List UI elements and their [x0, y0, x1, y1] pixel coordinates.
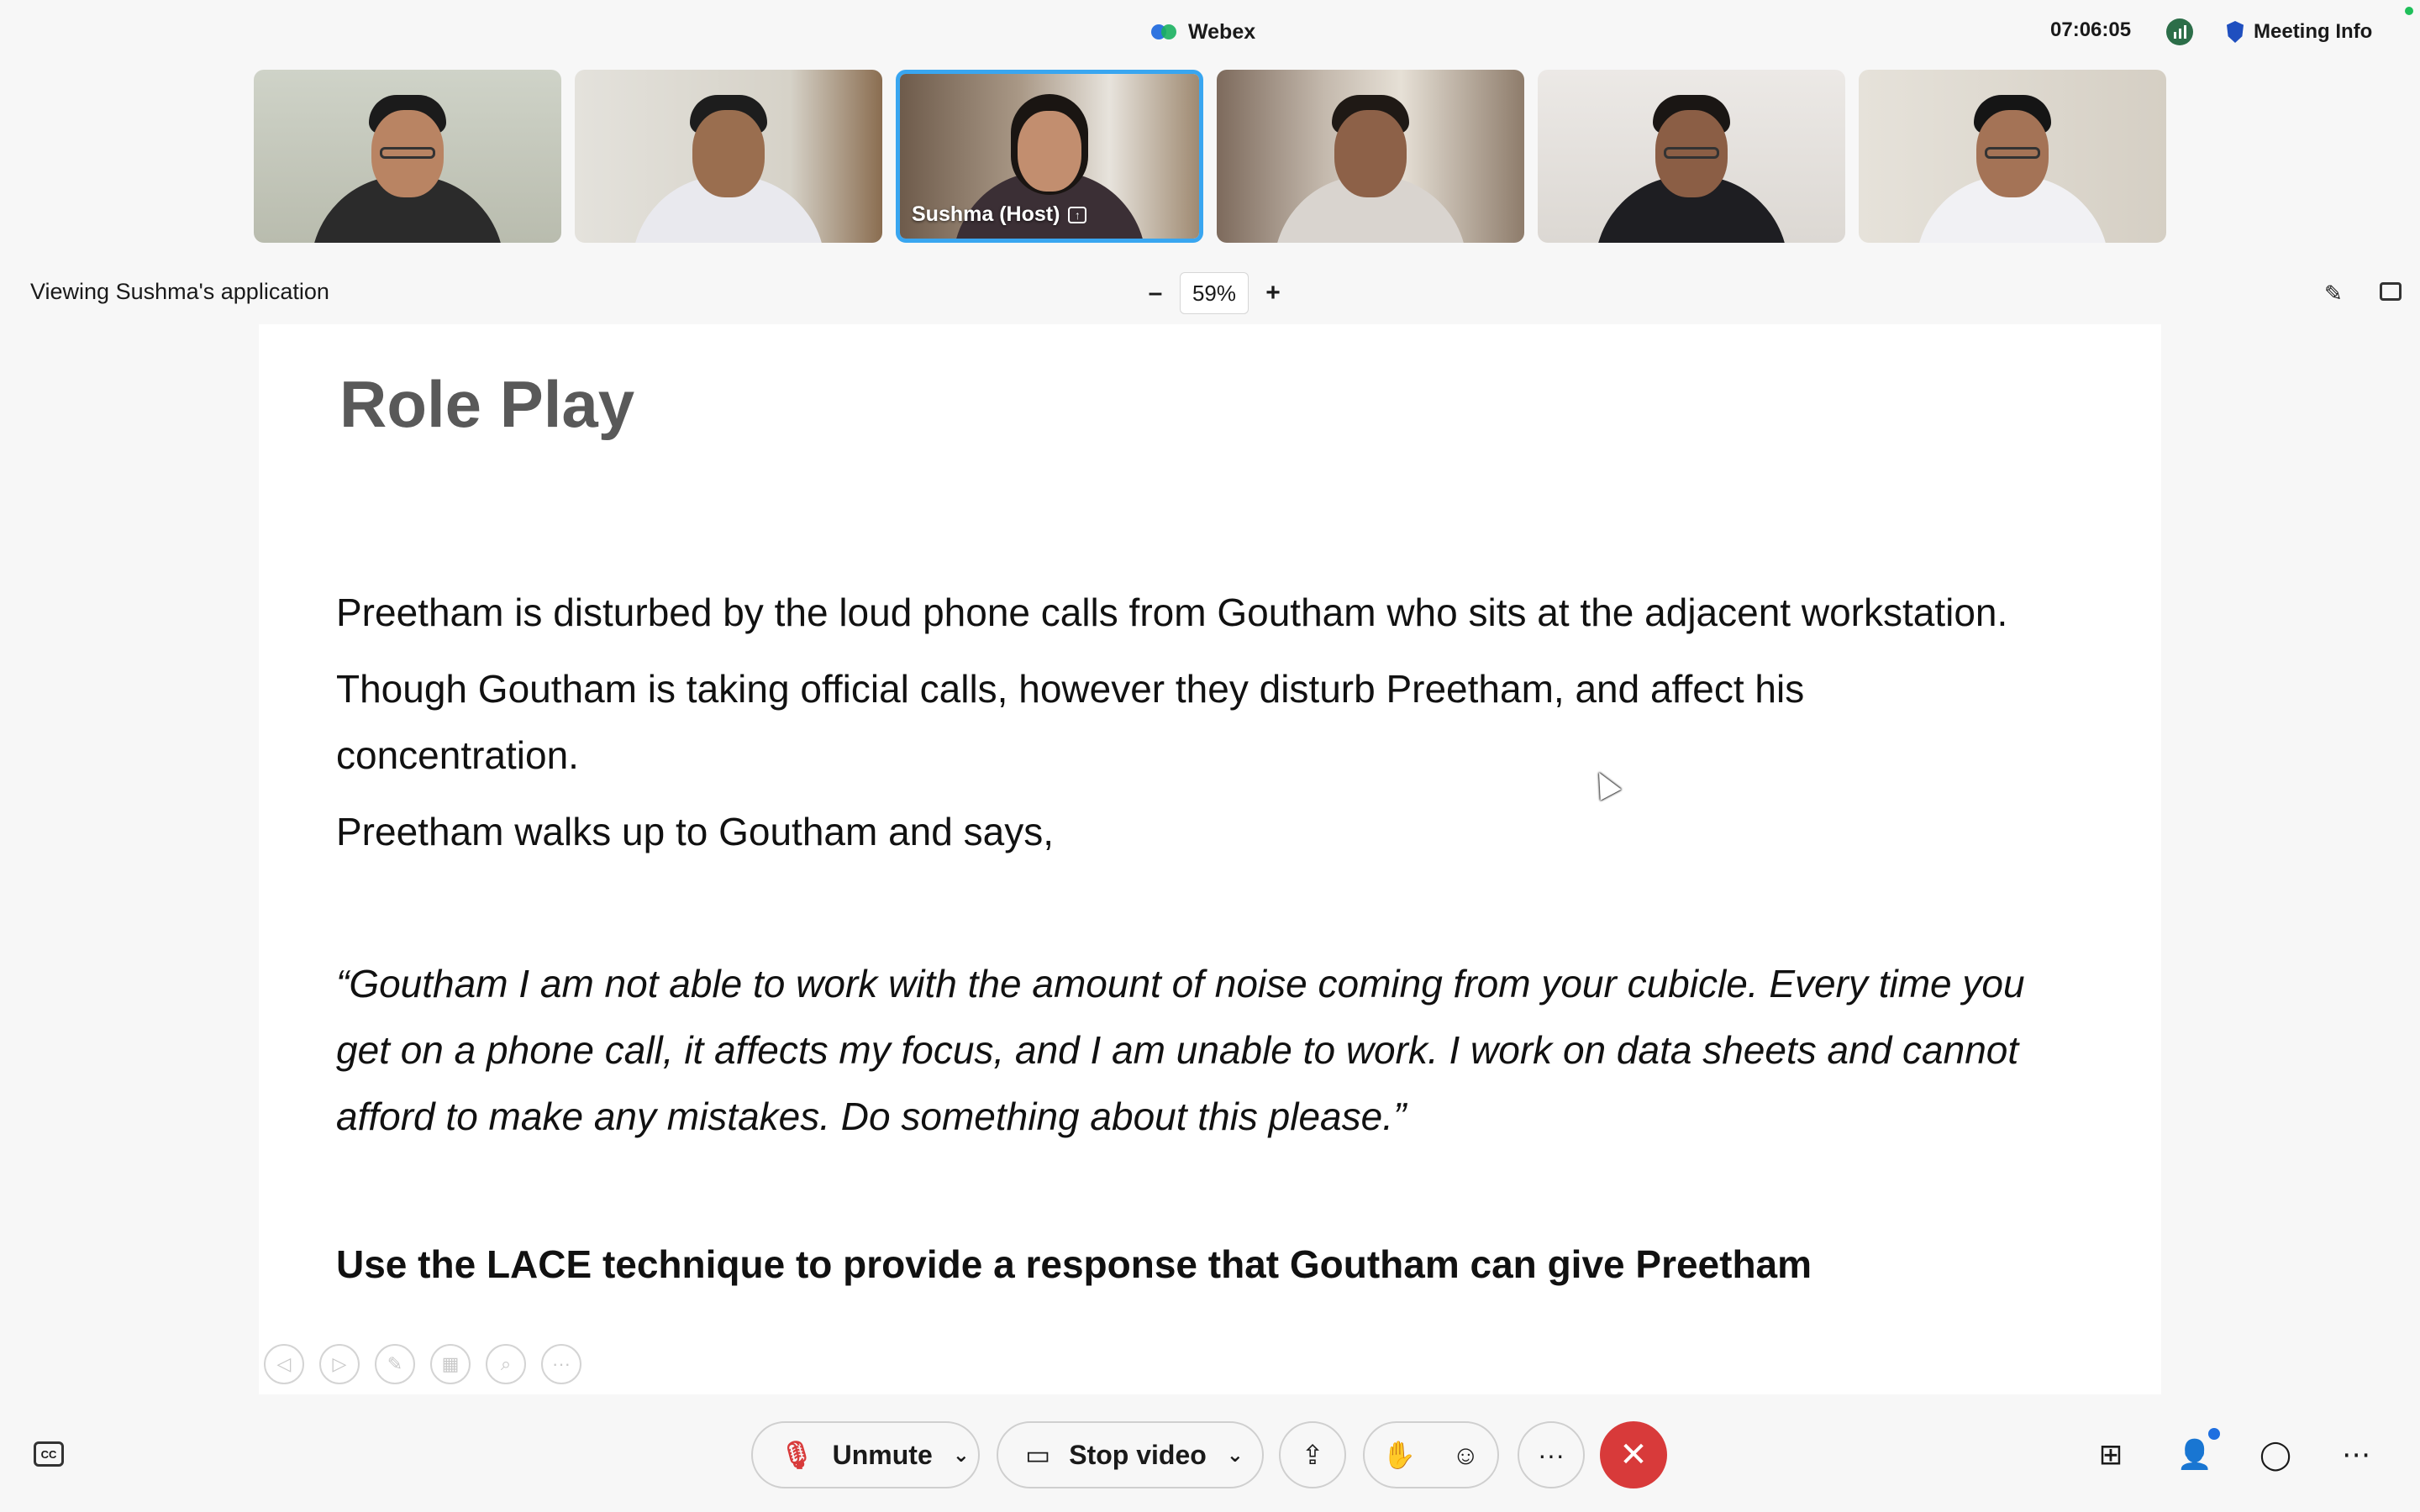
more-options-label: ···	[1538, 1439, 1565, 1470]
zoom-out-button[interactable]: –	[1143, 279, 1168, 307]
more-options-icon[interactable]: ···	[541, 1344, 581, 1384]
zoom-level[interactable]: 59%	[1180, 272, 1249, 314]
status-dot	[2405, 7, 2413, 15]
shared-content: Role Play Preetham is disturbed by the l…	[259, 324, 2161, 1394]
muted-microphone-icon: 🎙	[780, 1440, 814, 1470]
zoom-icon[interactable]: ⌕	[486, 1344, 526, 1384]
chat-icon[interactable]: ◯	[2259, 1438, 2292, 1472]
sharing-icon: ↑	[1068, 206, 1087, 223]
participant-tile-host[interactable]: Sushma (Host) ↑	[896, 70, 1203, 243]
previous-slide-icon[interactable]: ◁	[264, 1344, 304, 1384]
shield-icon	[2227, 21, 2244, 43]
annotate-icon[interactable]: ✎	[2324, 282, 2346, 304]
app-title: Webex	[1188, 19, 1256, 44]
webex-logo-icon	[1151, 21, 1178, 43]
stop-video-button[interactable]: ▭ Stop video ⌄	[997, 1421, 1264, 1488]
leave-meeting-button[interactable]: ✕	[1600, 1421, 1667, 1488]
reactions-group: ✋ ☺	[1363, 1421, 1499, 1488]
slide-instruction: Use the LACE technique to provide a resp…	[336, 1242, 1812, 1286]
meeting-clock: 07:06:05	[2050, 18, 2132, 41]
unmute-button[interactable]: 🎙 Unmute ⌄	[751, 1421, 980, 1488]
closed-captions-icon[interactable]: CC	[34, 1441, 64, 1467]
window-title: Webex	[1151, 17, 1255, 47]
raise-hand-icon[interactable]: ✋	[1382, 1439, 1416, 1471]
chevron-down-icon[interactable]: ⌄	[953, 1443, 970, 1467]
slide-title: Role Play	[339, 367, 635, 441]
close-icon: ✕	[1619, 1436, 1648, 1473]
meeting-info-button[interactable]: Meeting Info	[2227, 17, 2372, 47]
next-slide-icon[interactable]: ▷	[319, 1344, 360, 1384]
slides-grid-icon[interactable]: ▦	[430, 1344, 471, 1384]
participant-name: Sushma (Host) ↑	[912, 202, 1087, 227]
more-menu-icon[interactable]: ⋯	[2339, 1438, 2373, 1472]
share-content-button[interactable]: ⇪	[1279, 1421, 1346, 1488]
participant-tile-5[interactable]	[1538, 70, 1845, 243]
participant-tile-2[interactable]	[575, 70, 882, 243]
participants-icon[interactable]: 👤	[2177, 1438, 2212, 1472]
slide-paragraph-3: Preetham walks up to Goutham and says,	[336, 810, 1054, 853]
viewing-label: Viewing Sushma's application	[30, 279, 329, 304]
more-options-button[interactable]: ···	[1518, 1421, 1585, 1488]
video-camera-icon: ▭	[1025, 1440, 1051, 1470]
slide-nav-tools: ◁ ▷ ✎ ▦ ⌕ ···	[264, 1344, 581, 1384]
share-screen-icon: ⇪	[1301, 1440, 1324, 1470]
notification-dot	[2208, 1428, 2220, 1440]
apps-icon[interactable]: ⊞	[2094, 1438, 2128, 1472]
pen-icon[interactable]: ✎	[375, 1344, 415, 1384]
unmute-label: Unmute	[832, 1439, 933, 1470]
network-signal-icon[interactable]	[2166, 18, 2193, 45]
zoom-control: – 59% +	[1143, 272, 1286, 314]
participant-tile-6[interactable]	[1859, 70, 2166, 243]
zoom-in-button[interactable]: +	[1260, 279, 1286, 307]
stop-video-label: Stop video	[1069, 1439, 1207, 1470]
participant-tile-1[interactable]	[254, 70, 561, 243]
chevron-down-icon[interactable]: ⌄	[1227, 1443, 1244, 1467]
slide-quote: “Goutham I am not able to work with the …	[336, 962, 2025, 1138]
slide-paragraph-2: Though Goutham is taking official calls,…	[336, 667, 1805, 777]
slide-paragraph-1: Preetham is disturbed by the loud phone …	[336, 591, 2008, 634]
share-view-icon[interactable]	[2380, 282, 2402, 301]
meeting-info-label: Meeting Info	[2254, 20, 2373, 43]
reactions-icon[interactable]: ☺	[1452, 1440, 1480, 1471]
participant-tile-4[interactable]	[1217, 70, 1524, 243]
